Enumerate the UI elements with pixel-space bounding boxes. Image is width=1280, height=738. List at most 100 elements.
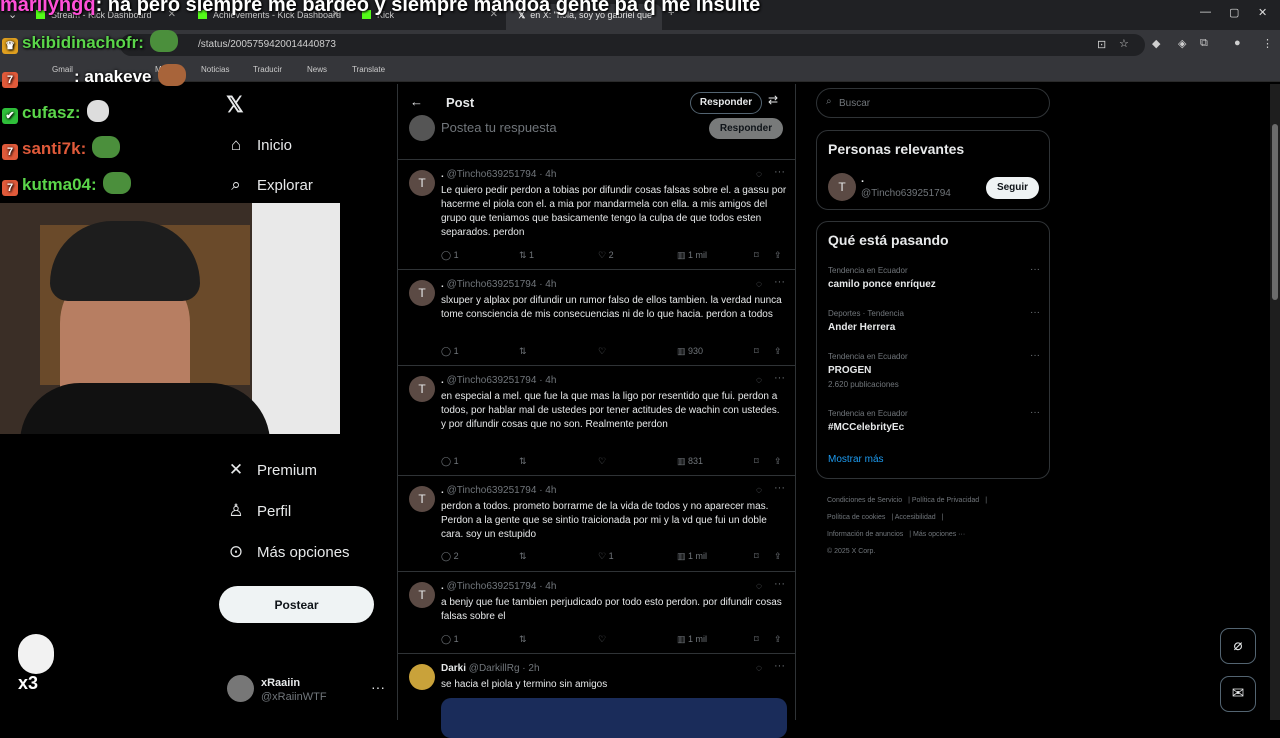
share-icon[interactable]: ⇪ [774, 551, 782, 562]
avatar[interactable]: T [409, 170, 435, 196]
grok-icon[interactable]: ◌ [756, 581, 762, 592]
avatar[interactable]: T [409, 280, 435, 306]
repost-icon[interactable]: ⇅ 1 [519, 250, 534, 261]
follow-button[interactable]: Seguir [986, 177, 1039, 199]
bookmark-noticias[interactable]: Noticias [201, 65, 229, 74]
reply-post[interactable]: Darki @DarkillRg · 2h ◌ ··· se hacia el p… [398, 654, 795, 738]
like-icon[interactable]: ♡ [598, 456, 606, 467]
bookmark-translate[interactable]: Translate [352, 65, 385, 74]
more-dots-icon[interactable]: ··· [1030, 264, 1040, 275]
author-handle[interactable]: @Tincho639251794 · 4h [447, 375, 557, 386]
views-icon[interactable]: ▥ 831 [677, 456, 703, 467]
author-name[interactable]: . [441, 581, 444, 592]
grok-icon[interactable]: ⌀ [1220, 628, 1256, 664]
reply-post[interactable]: T . @Tincho639251794 · 4h ◌ ··· Le quiero… [398, 160, 795, 270]
more-dots-icon[interactable]: ··· [774, 578, 785, 590]
views-icon[interactable]: ▥ 1 mil [677, 551, 707, 562]
nav-item-perfil[interactable]: ♙ Perfil [226, 501, 291, 531]
footer-link[interactable]: Accesibilidad [895, 514, 936, 521]
grok-icon[interactable]: ◌ [756, 663, 762, 674]
bookmark-traducir[interactable]: Traducir [253, 65, 282, 74]
footer-link[interactable]: Más opciones ··· [913, 531, 965, 538]
repost-icon[interactable]: ⇅ [519, 634, 527, 645]
author-name[interactable]: Darki [441, 663, 466, 674]
account-switcher[interactable]: xRaaiin @xRaiinWTF ··· [227, 675, 397, 707]
avatar[interactable]: T [409, 582, 435, 608]
reply-icon[interactable]: ◯ 1 [441, 346, 459, 357]
scrollbar-thumb[interactable] [1272, 124, 1278, 300]
post-media-image[interactable] [441, 698, 787, 738]
more-dots-icon[interactable]: ··· [774, 660, 785, 672]
reply-icon[interactable]: ◯ 2 [441, 551, 459, 562]
show-more-link[interactable]: Mostrar más [828, 454, 884, 465]
bookmark-news[interactable]: News [307, 65, 327, 74]
reply-icon[interactable]: ◯ 1 [441, 456, 459, 467]
footer-link[interactable]: Política de cookies [827, 514, 885, 521]
author-name[interactable]: . [441, 375, 444, 386]
menu-dots-icon[interactable]: ⋮ [1262, 37, 1273, 50]
more-dots-icon[interactable]: ··· [371, 679, 385, 695]
reply-input[interactable]: Postea tu respuesta [441, 120, 557, 135]
star-icon[interactable]: ☆ [1119, 37, 1129, 50]
nav-item-inicio[interactable]: ⌂ Inicio [226, 135, 292, 165]
reply-post[interactable]: T . @Tincho639251794 · 4h ◌ ··· slxuper y… [398, 270, 795, 366]
like-icon[interactable]: ♡ 2 [598, 250, 614, 261]
grok-icon[interactable]: ◌ [756, 375, 762, 386]
more-dots-icon[interactable]: ··· [1030, 350, 1040, 361]
grok-icon[interactable]: ◌ [756, 279, 762, 290]
author-name[interactable]: . [441, 169, 444, 180]
views-icon[interactable]: ▥ 930 [677, 346, 703, 357]
repost-icon[interactable]: ⇅ [519, 346, 527, 357]
share-icon[interactable]: ⇪ [774, 250, 782, 261]
bookmark-icon[interactable]: ⌑ [754, 456, 759, 467]
scrollbar[interactable] [1270, 84, 1280, 720]
translate-ext-icon[interactable]: ◈ [1178, 37, 1186, 50]
bookmark-icon[interactable]: ⌑ [754, 250, 759, 261]
bookmark-icon[interactable]: ⌑ [754, 346, 759, 357]
window-close-icon[interactable]: ✕ [1258, 6, 1267, 19]
bookmark-icon[interactable]: ⌑ [754, 551, 759, 562]
author-handle[interactable]: @Tincho639251794 · 4h [447, 485, 557, 496]
footer-link[interactable]: Información de anuncios [827, 531, 903, 538]
author-name[interactable]: . [441, 279, 444, 290]
like-icon[interactable]: ♡ [598, 634, 606, 645]
author-handle[interactable]: @Tincho639251794 · 4h [447, 169, 557, 180]
back-arrow-icon[interactable]: ← [410, 94, 423, 109]
author-name[interactable]: . [441, 485, 444, 496]
author-handle[interactable]: @Tincho639251794 · 4h [447, 279, 557, 290]
grok-icon[interactable]: ◌ [756, 485, 762, 496]
repost-icon[interactable]: ⇅ [519, 456, 527, 467]
more-dots-icon[interactable]: ··· [774, 166, 785, 178]
user-handle[interactable]: @Tincho639251794 [861, 188, 951, 199]
repost-icon[interactable]: ⇅ [519, 551, 527, 562]
reply-post[interactable]: T . @Tincho639251794 · 4h ◌ ··· en especi… [398, 366, 795, 476]
more-dots-icon[interactable]: ··· [774, 372, 785, 384]
trend-item[interactable]: Deportes · Tendencia Ander Herrera ··· [828, 307, 1040, 333]
views-icon[interactable]: ▥ 1 mil [677, 250, 707, 261]
x-logo-icon[interactable]: 𝕏 [226, 92, 244, 118]
nav-item-mas-opciones[interactable]: ⊙ Más opciones [226, 542, 350, 572]
footer-link[interactable]: Condiciones de Servicio [827, 497, 902, 504]
reply-submit-button[interactable]: Responder [709, 118, 783, 139]
search-input[interactable]: ⌕ Buscar [816, 88, 1050, 118]
nav-item-explorar[interactable]: ⌕ Explorar [226, 175, 313, 205]
settings-sliders-icon[interactable]: ⇄ [768, 93, 778, 107]
url-field[interactable]: /status/2005759420014440873 [120, 34, 1145, 56]
avatar[interactable]: T [409, 376, 435, 402]
puzzle-icon[interactable]: ⧉ [1200, 37, 1208, 50]
reply-icon[interactable]: ◯ 1 [441, 634, 459, 645]
more-dots-icon[interactable]: ··· [1030, 407, 1040, 418]
nav-item-premium[interactable]: ✕ Premium [226, 460, 317, 490]
more-dots-icon[interactable]: ··· [774, 482, 785, 494]
like-icon[interactable]: ♡ [598, 346, 606, 357]
reply-post[interactable]: T . @Tincho639251794 · 4h ◌ ··· a benjy q… [398, 572, 795, 654]
share-icon[interactable]: ⇪ [774, 634, 782, 645]
trend-item[interactable]: Tendencia en Ecuador camilo ponce enríqu… [828, 264, 1040, 290]
trend-item[interactable]: Tendencia en Ecuador PROGEN 2.620 public… [828, 350, 1040, 389]
minimize-icon[interactable]: — [1200, 6, 1211, 18]
avatar[interactable] [409, 664, 435, 690]
footer-link[interactable]: Política de Privacidad [912, 497, 979, 504]
reply-header-button[interactable]: Responder [690, 92, 762, 114]
profile-icon[interactable]: ● [1234, 37, 1241, 49]
like-icon[interactable]: ♡ 1 [598, 551, 614, 562]
